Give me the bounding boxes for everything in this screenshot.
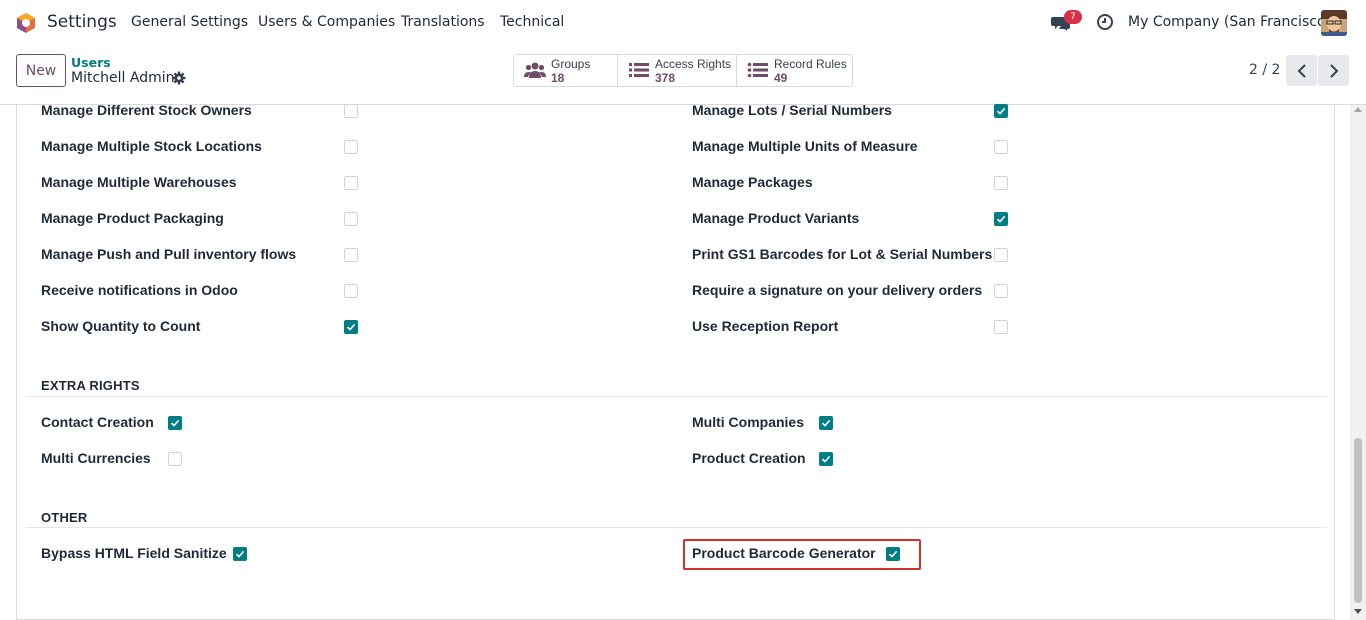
field-label-show-quantity-to-count: Show Quantity to Count: [41, 318, 201, 334]
highlight-box: [683, 539, 921, 570]
scroll-thumb[interactable]: [1354, 438, 1362, 603]
checkbox-multi-currencies[interactable]: [168, 452, 182, 466]
app-title[interactable]: Settings: [47, 12, 117, 32]
field-label-require-a-signature-on-your-delivery-orders: Require a signature on your delivery ord…: [692, 282, 983, 298]
checkbox-contact-creation[interactable]: [168, 416, 182, 430]
checkbox-manage-product-variants[interactable]: [994, 212, 1008, 226]
field-label-multi-currencies: Multi Currencies: [41, 450, 151, 466]
checkbox-manage-packages[interactable]: [994, 176, 1008, 190]
breadcrumb-current: Mitchell Admin: [71, 70, 175, 86]
groups-count: 18: [551, 71, 565, 85]
section-divider: [26, 396, 1327, 397]
pager-previous-button[interactable]: [1286, 55, 1317, 86]
gear-icon[interactable]: [172, 71, 186, 85]
checkbox-manage-multiple-warehouses[interactable]: [344, 176, 358, 190]
field-label-manage-product-packaging: Manage Product Packaging: [41, 210, 224, 226]
section-extra-rights-title: EXTRA RIGHTS: [41, 378, 140, 393]
section-other-title: OTHER: [41, 510, 88, 525]
field-label-manage-multiple-stock-locations: Manage Multiple Stock Locations: [41, 138, 262, 154]
pager-next-button[interactable]: [1318, 55, 1349, 86]
checkbox-manage-product-packaging[interactable]: [344, 212, 358, 226]
field-label-manage-packages: Manage Packages: [692, 174, 813, 190]
checkbox-multi-companies[interactable]: [819, 416, 833, 430]
smart-buttons: Groups 18 Access Rights 378 Record Rules…: [513, 54, 853, 87]
scroll-up-arrow-icon[interactable]: [1354, 107, 1362, 112]
user-avatar[interactable]: [1321, 10, 1347, 36]
checkbox-require-a-signature-on-your-delivery-orders[interactable]: [994, 284, 1008, 298]
checkbox-print-gs1-barcodes-for-lot-serial-numbers[interactable]: [994, 248, 1008, 262]
field-label-manage-multiple-units-of-measure: Manage Multiple Units of Measure: [692, 138, 918, 154]
menu-translations[interactable]: Translations: [401, 14, 485, 30]
field-label-multi-companies: Multi Companies: [692, 414, 805, 430]
field-label-receive-notifications-in-odoo: Receive notifications in Odoo: [41, 282, 238, 298]
list-icon: [747, 62, 768, 78]
scroll-down-arrow-icon[interactable]: [1354, 609, 1362, 614]
pager-value[interactable]: 2 / 2: [1249, 62, 1280, 78]
top-navbar: Settings General Settings Users & Compan…: [0, 0, 1366, 46]
checkbox-manage-multiple-stock-locations[interactable]: [344, 140, 358, 154]
odoo-logo-icon[interactable]: [15, 12, 37, 34]
section-divider: [26, 527, 1327, 528]
clock-icon[interactable]: [1096, 13, 1114, 31]
checkbox-manage-lots-serial-numbers[interactable]: [994, 104, 1008, 118]
field-label-manage-push-and-pull-inventory-flows: Manage Push and Pull inventory flows: [41, 246, 297, 262]
menu-technical[interactable]: Technical: [500, 14, 564, 30]
field-label-print-gs1-barcodes-for-lot-serial-numbers: Print GS1 Barcodes for Lot & Serial Numb…: [692, 246, 993, 262]
field-label-bypass-html-field-sanitize: Bypass HTML Field Sanitize: [41, 545, 227, 561]
form-sheet: Manage Different Stock Owners Manage Mult…: [16, 102, 1335, 620]
chevron-right-icon: [1329, 63, 1338, 78]
menu-users-companies[interactable]: Users & Companies: [258, 14, 395, 30]
groups-label: Groups: [551, 57, 591, 71]
notification-badge: 7: [1064, 10, 1082, 24]
field-label-manage-multiple-warehouses: Manage Multiple Warehouses: [41, 174, 237, 190]
new-button[interactable]: New: [16, 54, 66, 87]
field-label-use-reception-report: Use Reception Report: [692, 318, 839, 334]
control-panel: New Users Mitchell Admin Groups 18 Acces…: [0, 46, 1366, 105]
users-icon: [524, 62, 546, 78]
checkbox-show-quantity-to-count[interactable]: [344, 320, 358, 334]
field-label-manage-different-stock-owners: Manage Different Stock Owners: [41, 102, 252, 118]
checkbox-product-creation[interactable]: [819, 452, 833, 466]
field-label-manage-product-variants: Manage Product Variants: [692, 210, 860, 226]
company-switcher[interactable]: My Company (San Francisco): [1128, 14, 1331, 30]
record-rules-label: Record Rules: [774, 57, 847, 71]
record-rules-button[interactable]: Record Rules 49: [737, 55, 852, 86]
checkbox-use-reception-report[interactable]: [994, 320, 1008, 334]
chevron-left-icon: [1297, 63, 1306, 78]
checkbox-manage-push-and-pull-inventory-flows[interactable]: [344, 248, 358, 262]
record-rules-count: 49: [774, 71, 788, 85]
checkbox-manage-multiple-units-of-measure[interactable]: [994, 140, 1008, 154]
access-rights-button[interactable]: Access Rights 378: [618, 55, 737, 86]
checkbox-bypass-html-field-sanitize[interactable]: [233, 547, 247, 561]
checkbox-receive-notifications-in-odoo[interactable]: [344, 284, 358, 298]
access-rights-count: 378: [655, 71, 676, 85]
checkbox-manage-different-stock-owners[interactable]: [344, 104, 358, 118]
menu-general-settings[interactable]: General Settings: [131, 14, 248, 30]
breadcrumb-users[interactable]: Users: [71, 55, 111, 70]
groups-button[interactable]: Groups 18: [514, 55, 618, 86]
field-label-product-creation: Product Creation: [692, 450, 806, 466]
access-rights-label: Access Rights: [655, 57, 732, 71]
list-icon: [629, 63, 649, 77]
field-label-contact-creation: Contact Creation: [41, 414, 154, 430]
scrollbar[interactable]: [1350, 105, 1366, 620]
field-label-manage-lots-serial-numbers: Manage Lots / Serial Numbers: [692, 102, 892, 118]
